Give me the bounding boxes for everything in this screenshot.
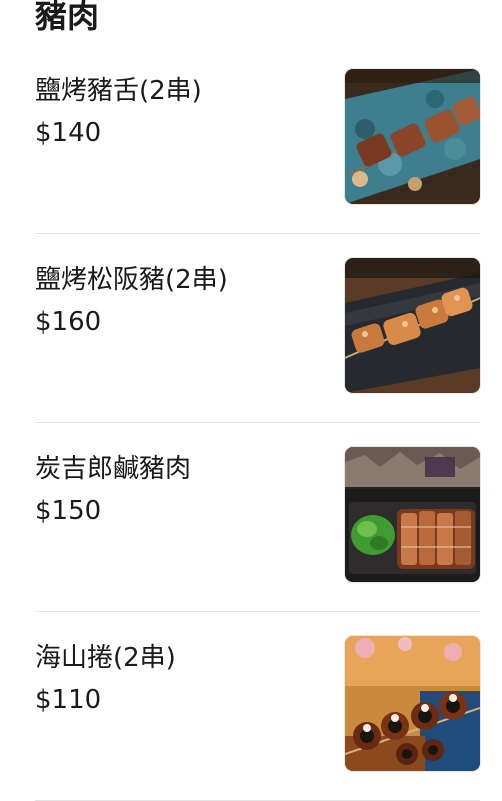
divider: [35, 422, 480, 423]
menu-item[interactable]: 鹽烤松阪豬(2串) $160: [35, 235, 480, 423]
salted-pork-slices-photo[interactable]: [345, 447, 480, 582]
menu-item-price: $150: [35, 496, 102, 526]
menu-item-name: 炭吉郎鹹豬肉: [35, 454, 192, 484]
grilled-pork-jowl-skewer-photo-image: [345, 258, 480, 393]
menu-item-price: $140: [35, 118, 102, 148]
seaweed-pork-roll-skewer-photo[interactable]: [345, 636, 480, 771]
menu-item[interactable]: 炭吉郎鹹豬肉 $150: [35, 424, 480, 612]
menu-item-name: 海山捲(2串): [35, 643, 176, 673]
grilled-pork-tongue-skewer-photo[interactable]: [345, 69, 480, 204]
seaweed-pork-roll-skewer-photo-image: [345, 636, 480, 771]
menu-item[interactable]: 鹽烤豬舌(2串) $140: [35, 46, 480, 234]
grilled-pork-jowl-skewer-photo[interactable]: [345, 258, 480, 393]
grilled-pork-tongue-skewer-photo-image: [345, 69, 480, 204]
section-title: 豬肉: [35, 0, 100, 35]
menu-item-price: $110: [35, 685, 102, 715]
divider: [35, 233, 480, 234]
menu-item-name: 鹽烤豬舌(2串): [35, 76, 202, 106]
divider: [35, 611, 480, 612]
menu-item[interactable]: 海山捲(2串) $110: [35, 613, 480, 801]
salted-pork-slices-photo-image: [345, 447, 480, 582]
menu-item-name: 鹽烤松阪豬(2串): [35, 265, 228, 295]
menu-item-price: $160: [35, 307, 102, 337]
